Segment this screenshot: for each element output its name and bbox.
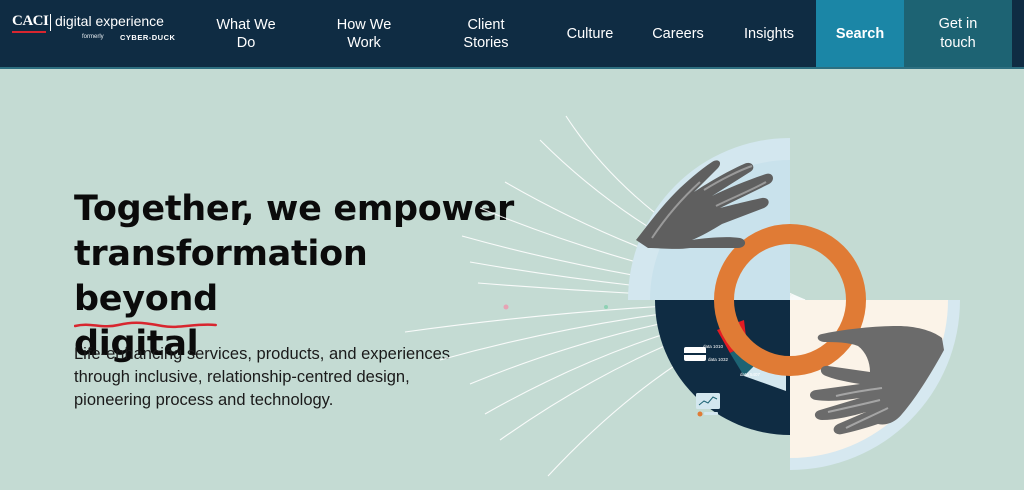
nav-item-label: What We	[216, 16, 276, 33]
chart-label-1032: data 1032	[708, 357, 729, 362]
nav-item-insights[interactable]: Insights	[731, 0, 807, 67]
logo-underline	[12, 31, 46, 33]
logo-brand: CACI	[12, 13, 49, 29]
logo-former-name: CYBER-DUCK	[120, 33, 176, 42]
nav-item-label: Insights	[744, 25, 794, 42]
nav-item-what-we-do[interactable]: What We Do	[196, 0, 296, 67]
nav-item-careers[interactable]: Careers	[642, 0, 714, 67]
nav-item-label: Stories	[463, 34, 509, 51]
subtext-line-2: through inclusive, relationship-centred …	[74, 368, 410, 386]
top-navigation: CACI digital experience formerly CYBER-D…	[0, 0, 1024, 69]
logo-formerly-text: formerly	[82, 34, 104, 40]
nav-item-label: Careers	[652, 25, 704, 42]
chart-label-5407: data 5407	[740, 372, 761, 377]
dot-pink	[503, 304, 509, 310]
chart-label-1010: data 1010	[703, 344, 724, 349]
red-squiggle-underline	[74, 321, 217, 329]
logo-separator	[50, 14, 51, 31]
hero-illustration: data 1010 data 1032 data 5407	[404, 115, 960, 477]
headline-highlight-word: beyond	[74, 277, 218, 329]
nav-item-label: Client	[467, 16, 505, 33]
cta-label-line1: Get in	[938, 15, 978, 32]
headline-line-2b: beyond	[74, 279, 218, 319]
nav-item-label: Culture	[566, 25, 614, 42]
search-button-label: Search	[835, 25, 885, 42]
nav-edge-strip	[1012, 0, 1024, 67]
get-in-touch-button[interactable]: Get in touch	[904, 0, 1012, 67]
nav-item-label: Do	[236, 34, 256, 51]
dot-green	[604, 305, 608, 309]
headline-line-2a: transformation	[74, 234, 368, 274]
logo-product-name: digital experience	[55, 13, 164, 29]
nav-item-culture[interactable]: Culture	[554, 0, 626, 67]
subtext-line-1: Life-enhancing services, products, and e…	[74, 345, 451, 363]
nav-item-how-we-work[interactable]: How We Work	[314, 0, 414, 67]
search-button[interactable]: Search	[816, 0, 904, 67]
nav-item-client-stories[interactable]: Client Stories	[436, 0, 536, 67]
caci-digital-experience-logo[interactable]: CACI digital experience formerly CYBER-D…	[12, 12, 177, 52]
card-icon	[684, 347, 706, 361]
subtext-line-3: pioneering process and technology.	[74, 391, 334, 409]
mini-chart-icon	[696, 393, 720, 417]
cta-label-line2: touch	[940, 34, 976, 51]
nav-item-label: Work	[347, 34, 381, 51]
nav-item-label: How We	[336, 16, 392, 33]
